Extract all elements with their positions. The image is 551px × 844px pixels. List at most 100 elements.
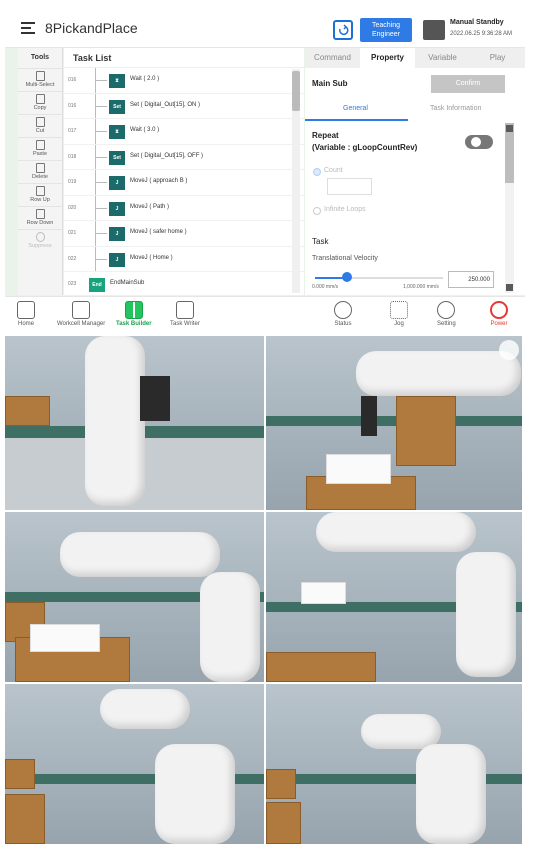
cardboard-box — [5, 759, 35, 789]
count-label: Count — [324, 167, 343, 174]
nav-label: Workcell Manager — [57, 321, 106, 327]
nav-home[interactable]: Home — [17, 301, 35, 327]
scroll-up-arrow-icon[interactable] — [506, 125, 513, 132]
task-list-row[interactable]: 022 J MoveJ ( Home ) — [64, 246, 304, 272]
task-list-scroll-thumb[interactable] — [292, 71, 300, 111]
nav-status[interactable]: Status — [334, 301, 352, 327]
infinite-loops-radio[interactable] — [313, 207, 321, 215]
paste-tool[interactable]: Paste — [18, 137, 62, 160]
tab-play[interactable]: Play — [470, 48, 525, 68]
undo-button[interactable] — [333, 20, 353, 40]
movej-icon: J — [109, 252, 125, 267]
robot-status-datetime: 2022.06.25 9:36:28 AM — [450, 31, 513, 37]
infinite-loops-label: Infinite Loops — [324, 206, 366, 213]
task-list-row[interactable]: 018 Set Set ( Digital_Out[15], OFF ) — [64, 144, 304, 170]
nav-label: Jog — [394, 321, 404, 327]
nav-power[interactable]: Power — [490, 301, 508, 327]
row-down-icon — [35, 209, 45, 219]
robot-photo — [5, 512, 264, 682]
velocity-value-input[interactable]: 250.000 — [448, 271, 494, 288]
app-title: 8PickandPlace — [45, 20, 138, 36]
nav-task-builder[interactable]: Task Builder — [116, 301, 152, 327]
end-icon: End — [89, 278, 105, 292]
cardboard-box — [5, 794, 45, 844]
row-number: 016 — [68, 77, 77, 83]
main-sub-title: Main Sub — [312, 79, 348, 88]
cardboard-box — [266, 652, 376, 682]
cut-tool[interactable]: Cut — [18, 114, 62, 137]
robot-gripper — [140, 376, 170, 421]
wait-icon: ⧗ — [109, 74, 125, 88]
robot-photo — [5, 684, 264, 844]
bottom-navigation: Home Workcell Manager Task Builder Task … — [5, 296, 525, 334]
task-list-row[interactable]: 021 J MoveJ ( safer home ) — [64, 221, 304, 247]
subtab-task-information[interactable]: Task Information — [430, 105, 481, 112]
command-text: EndMainSub — [110, 280, 145, 286]
tree-connector — [95, 233, 107, 234]
task-list-rows: 016 ⧗ Wait ( 2.0 ) 016 Set Set ( Digital_Out[… — [64, 68, 304, 298]
delete-tool[interactable]: Delete — [18, 160, 62, 183]
camera-toggle-icon[interactable] — [499, 340, 519, 360]
hamburger-menu-icon[interactable] — [21, 22, 35, 35]
tree-connector — [95, 258, 107, 260]
robot-arm-base — [456, 552, 516, 677]
nav-workcell-manager[interactable]: Workcell Manager — [57, 301, 105, 327]
property-panel: Command Property Variable Play Main Sub … — [305, 48, 525, 295]
paste-icon — [35, 140, 45, 150]
repeat-title: Repeat — [312, 131, 339, 140]
count-radio[interactable] — [313, 168, 321, 176]
confirm-button[interactable]: Confirm — [431, 75, 505, 93]
row-number: 016 — [68, 102, 77, 109]
tool-label: Row Down — [26, 220, 54, 226]
task-list-row[interactable]: 017 ⧗ Wait ( 3.0 ) — [64, 119, 304, 145]
task-list-row[interactable]: 016 Set Set ( Digital_Out[15], ON ) — [64, 93, 304, 119]
nav-setting[interactable]: Setting — [437, 301, 456, 327]
tree-connector — [95, 80, 107, 81]
conveyor-table — [266, 416, 522, 426]
row-up-tool[interactable]: Row Up — [18, 183, 62, 206]
scroll-down-arrow-icon[interactable] — [506, 284, 513, 291]
suppress-tool[interactable]: Suppress — [18, 229, 62, 252]
command-text: MoveJ ( Home ) — [130, 254, 173, 261]
tab-variable[interactable]: Variable — [415, 48, 470, 68]
nav-jog[interactable]: Jog — [390, 301, 408, 327]
task-writer-icon — [175, 301, 194, 319]
task-list-row[interactable]: 023 End EndMainSub — [64, 272, 304, 298]
task-list-row[interactable]: 019 J MoveJ ( approach B ) — [64, 170, 304, 196]
cardboard-box — [266, 802, 301, 844]
nav-label: Setting — [437, 321, 456, 327]
foam-block — [326, 454, 391, 484]
robot-gripper — [361, 396, 377, 436]
row-number: 022 — [68, 255, 77, 262]
cardboard-box — [396, 396, 456, 466]
tool-label: Copy — [33, 105, 47, 111]
command-text: Set ( Digital_Out[15], ON ) — [130, 101, 201, 108]
nav-task-writer[interactable]: Task Writer — [170, 301, 200, 327]
cardboard-box — [5, 396, 50, 426]
tool-label: Cut — [35, 128, 45, 134]
set-icon: Set — [109, 150, 125, 165]
tree-connector — [95, 156, 107, 158]
undo-icon — [339, 24, 349, 36]
copy-tool[interactable]: Copy — [18, 91, 62, 114]
robot-arm — [60, 532, 220, 577]
velocity-slider-handle[interactable] — [342, 272, 352, 282]
tab-command[interactable]: Command — [305, 48, 360, 68]
subtab-general[interactable]: General — [343, 105, 368, 112]
row-down-tool[interactable]: Row Down — [18, 206, 62, 229]
power-icon — [490, 301, 508, 319]
tree-connector — [95, 131, 107, 132]
task-list-row[interactable]: 016 ⧗ Wait ( 2.0 ) — [64, 68, 304, 94]
count-input[interactable] — [327, 178, 372, 195]
nav-label: Power — [490, 321, 508, 327]
teaching-engineer-button[interactable]: Teaching Engineer — [360, 18, 412, 42]
property-scroll-thumb[interactable] — [505, 123, 514, 183]
row-number: 019 — [68, 179, 77, 185]
command-text: Wait ( 2.0 ) — [130, 76, 160, 82]
tool-label: Row Up — [30, 197, 50, 203]
velocity-min-label: 0.000 mm/s — [312, 284, 339, 290]
task-list-row[interactable]: 020 J MoveJ ( Path ) — [64, 195, 304, 221]
workcell-icon — [72, 301, 91, 319]
tab-property[interactable]: Property — [360, 48, 415, 68]
multi-select-tool[interactable]: Multi-Select — [18, 68, 62, 91]
